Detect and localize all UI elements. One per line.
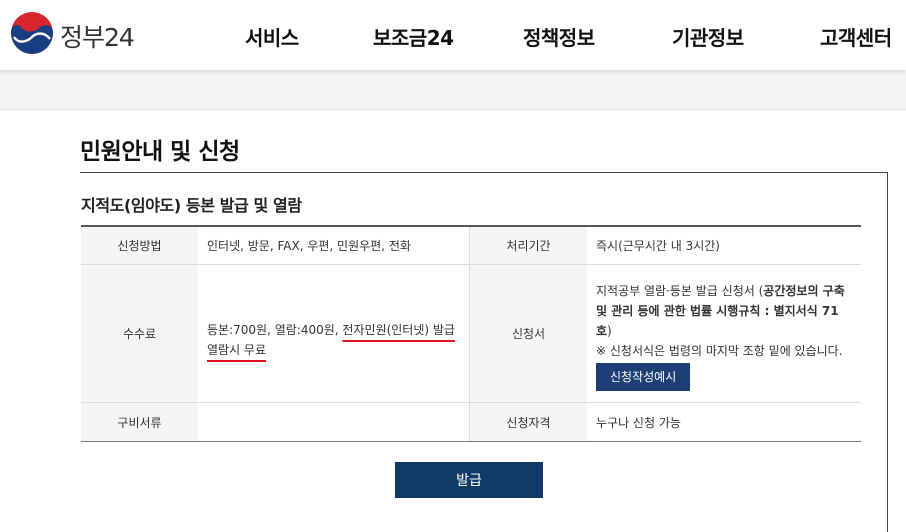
government-logo-icon[interactable]	[10, 11, 54, 55]
table-row: 수수료 등본:700원, 열람:400원, 전자민원(인터넷) 발급 열람시 무…	[81, 265, 861, 403]
docs-value	[198, 403, 470, 441]
header-band	[0, 70, 906, 110]
method-value: 인터넷, 방문, FAX, 우편, 민원우편, 전화	[198, 227, 470, 264]
nav-subsidy24[interactable]: 보조금24	[373, 22, 454, 51]
period-label: 처리기간	[470, 227, 587, 264]
table-row: 구비서류 신청자격 누구나 신청 가능	[81, 403, 861, 441]
eligibility-label: 신청자격	[470, 403, 587, 441]
table-row: 신청방법 인터넷, 방문, FAX, 우편, 민원우편, 전화 처리기간 즉시(…	[81, 227, 861, 265]
method-label: 신청방법	[81, 227, 198, 264]
nav-agency-info[interactable]: 기관정보	[672, 22, 744, 51]
form-close-paren: )	[607, 323, 612, 338]
page-title: 민원안내 및 신청	[80, 139, 240, 165]
nav-services[interactable]: 서비스	[245, 22, 299, 51]
service-title: 지적도(임야도) 등본 발급 및 열람	[81, 196, 302, 215]
docs-label: 구비서류	[81, 403, 198, 441]
form-value: 지적공부 열람·등본 발급 신청서 (공간정보의 구축 및 관리 등에 관한 법…	[587, 265, 861, 402]
nav-policy-info[interactable]: 정책정보	[523, 22, 595, 51]
form-label: 신청서	[470, 265, 587, 402]
fee-label: 수수료	[81, 265, 198, 402]
logo-text[interactable]: 정부24	[60, 18, 135, 54]
period-value: 즉시(근무시간 내 3시간)	[596, 239, 720, 253]
nav-customer-center[interactable]: 고객센터	[820, 22, 892, 51]
eligibility-value: 누구나 신청 가능	[596, 415, 681, 430]
form-note: ※ 신청서식은 법령의 마지막 조항 밑에 있습니다.	[596, 343, 843, 358]
site-header: 정부24 서비스 보조금24 정책정보 기관정보 고객센터	[0, 0, 906, 70]
service-info-table: 신청방법 인터넷, 방문, FAX, 우편, 민원우편, 전화 처리기간 즉시(…	[81, 225, 861, 442]
application-example-button[interactable]: 신청작성예시	[596, 362, 691, 391]
issue-button[interactable]: 발급	[395, 462, 543, 498]
form-name: 지적공부 열람·등본 발급 신청서 (	[596, 283, 764, 298]
fee-value: 등본:700원, 열람:400원, 전자민원(인터넷) 발급 열람시 무료	[198, 265, 470, 402]
fee-standard: 등본:700원, 열람:400원,	[207, 322, 343, 337]
